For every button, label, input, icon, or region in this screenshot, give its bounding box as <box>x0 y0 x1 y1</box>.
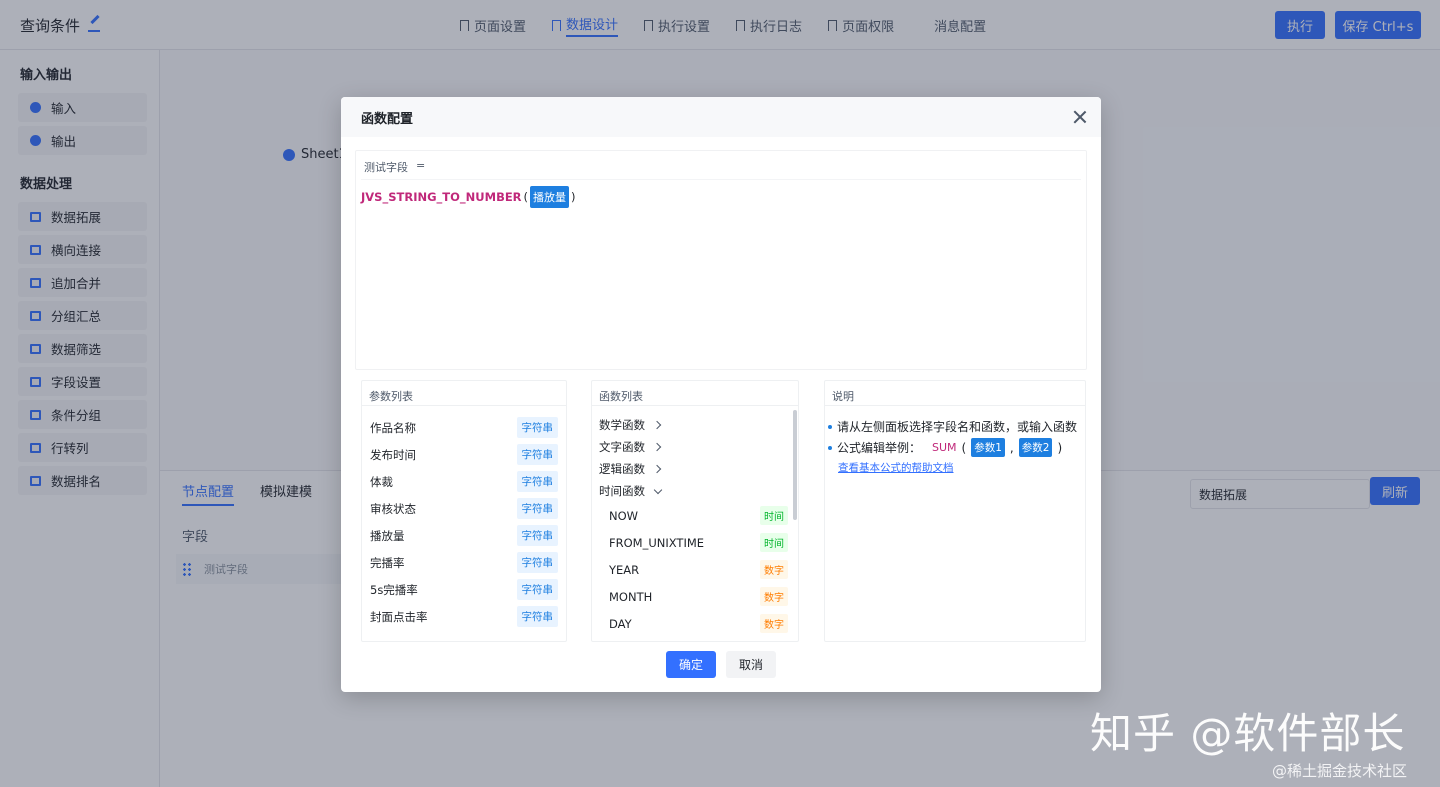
example-open-paren: ( <box>961 440 967 455</box>
target-field-name: 测试字段 <box>364 161 408 174</box>
juejin-watermark: @稀土掘金技术社区 <box>1272 762 1408 780</box>
function-list-panel: 函数列表 数学函数 文字函数 逻辑函数 时间函数 NOW 时间 FROM_UNIX… <box>591 380 799 642</box>
formula-editor[interactable]: 测试字段 = JVS_STRING_TO_NUMBER ( 播放量 ) <box>355 150 1087 370</box>
description-line: 请从左侧面板选择字段名和函数，或输入函数 <box>828 416 1085 437</box>
confirm-button[interactable]: 确定 <box>666 651 716 678</box>
list-item[interactable]: 完播率 字符串 <box>362 549 566 576</box>
formula-line[interactable]: JVS_STRING_TO_NUMBER ( 播放量 ) <box>361 179 1081 208</box>
function-item[interactable]: YEAR 数字 <box>592 556 798 583</box>
category-time[interactable]: 时间函数 <box>592 480 798 502</box>
description-text: 请从左侧面板选择字段名和函数，或输入函数 <box>837 420 1078 434</box>
list-item[interactable]: 审核状态 字符串 <box>362 495 566 522</box>
formula-close-paren: ) <box>571 189 576 204</box>
function-item[interactable]: NOW 时间 <box>592 502 798 529</box>
chevron-right-icon <box>652 464 662 474</box>
param-name: 封面点击率 <box>370 609 428 624</box>
category-text[interactable]: 文字函数 <box>592 436 798 458</box>
param-name: 作品名称 <box>370 420 416 435</box>
list-item[interactable]: 5s完播率 字符串 <box>362 576 566 603</box>
type-badge: 字符串 <box>516 498 558 519</box>
bullet-icon <box>828 424 832 429</box>
function-name: DAY <box>609 616 632 631</box>
function-list: 数学函数 文字函数 逻辑函数 时间函数 NOW 时间 FROM_UNIXTIME 时… <box>592 406 798 641</box>
panel-title: 函数列表 <box>592 381 798 406</box>
param-name: 体裁 <box>370 474 393 489</box>
dialog-title: 函数配置 <box>361 111 414 127</box>
type-badge: 字符串 <box>516 606 558 627</box>
list-item[interactable]: 发布时间 字符串 <box>362 441 566 468</box>
category-logic[interactable]: 逻辑函数 <box>592 458 798 480</box>
return-type-badge: 数字 <box>760 587 788 606</box>
example-comma: , <box>1009 440 1014 455</box>
param-list: 作品名称 字符串 发布时间 字符串 体裁 字符串 审核状态 字符串 播放量 字符串 完播率… <box>362 406 566 630</box>
function-name: YEAR <box>609 562 640 577</box>
return-type-badge: 数字 <box>760 560 788 579</box>
chevron-down-icon <box>653 485 663 494</box>
return-type-badge: 时间 <box>760 506 788 525</box>
param-name: 完播率 <box>370 555 405 570</box>
list-item[interactable]: 封面点击率 字符串 <box>362 603 566 630</box>
example-prefix: 公式编辑举例： <box>837 441 922 455</box>
list-item[interactable]: 播放量 字符串 <box>362 522 566 549</box>
cancel-button[interactable]: 取消 <box>726 651 776 678</box>
function-name: MONTH <box>609 589 653 604</box>
return-type-badge: 数字 <box>760 614 788 633</box>
function-item[interactable]: DAY 数字 <box>592 610 798 637</box>
example-param-tag: 参数1 <box>971 438 1005 457</box>
function-name: FROM_UNIXTIME <box>609 535 705 550</box>
function-name: NOW <box>609 508 639 523</box>
example-param-tag: 参数2 <box>1018 438 1053 457</box>
description-body: 请从左侧面板选择字段名和函数，或输入函数 公式编辑举例： SUM ( 参数1 ,… <box>825 406 1085 475</box>
formula-open-paren: ( <box>523 189 529 204</box>
bullet-icon <box>828 445 832 450</box>
function-item[interactable]: FROM_UNIXTIME 时间 <box>592 529 798 556</box>
example-line: 公式编辑举例： SUM ( 参数1 , 参数2 ) <box>828 437 1085 458</box>
function-item[interactable]: MONTH 数字 <box>592 583 798 610</box>
param-name: 审核状态 <box>370 501 416 516</box>
category-label: 文字函数 <box>599 440 645 454</box>
close-icon[interactable] <box>1073 110 1087 124</box>
formula-param-tag[interactable]: 播放量 <box>530 185 570 208</box>
equals-sign: = <box>416 159 426 172</box>
param-list-panel: 参数列表 作品名称 字符串 发布时间 字符串 体裁 字符串 审核状态 字符串 播放量 字符… <box>361 380 567 642</box>
description-panel: 说明 请从左侧面板选择字段名和函数，或输入函数 公式编辑举例： SUM ( 参数… <box>824 380 1086 642</box>
type-badge: 字符串 <box>516 417 558 438</box>
function-config-dialog: 函数配置 测试字段 = JVS_STRING_TO_NUMBER ( 播放量 )… <box>341 97 1101 692</box>
help-doc-link[interactable]: 查看基本公式的帮助文档 <box>838 460 954 475</box>
example-close-paren: ) <box>1057 440 1063 455</box>
return-type-badge: 时间 <box>760 533 788 552</box>
category-label: 数学函数 <box>599 418 645 432</box>
dialog-header: 函数配置 <box>341 97 1101 137</box>
type-badge: 字符串 <box>516 444 558 465</box>
param-name: 发布时间 <box>370 447 416 462</box>
type-badge: 字符串 <box>516 471 558 492</box>
formula-function-name: JVS_STRING_TO_NUMBER <box>361 189 522 204</box>
panel-title: 说明 <box>825 381 1085 406</box>
panel-title: 参数列表 <box>362 381 566 406</box>
scrollbar[interactable] <box>793 410 797 520</box>
example-function: SUM <box>932 441 957 454</box>
chevron-right-icon <box>652 420 662 430</box>
type-badge: 字符串 <box>516 579 558 600</box>
category-math[interactable]: 数学函数 <box>592 414 798 436</box>
param-name: 5s完播率 <box>370 582 418 597</box>
type-badge: 字符串 <box>516 552 558 573</box>
zhihu-watermark: 知乎 @软件部长 <box>1090 709 1406 758</box>
chevron-right-icon <box>652 442 662 452</box>
param-name: 播放量 <box>370 528 405 543</box>
category-label: 时间函数 <box>599 484 645 498</box>
list-item[interactable]: 作品名称 字符串 <box>362 414 566 441</box>
list-item[interactable]: 体裁 字符串 <box>362 468 566 495</box>
type-badge: 字符串 <box>516 525 558 546</box>
category-label: 逻辑函数 <box>599 462 645 476</box>
formula-target: 测试字段 = <box>364 159 425 175</box>
